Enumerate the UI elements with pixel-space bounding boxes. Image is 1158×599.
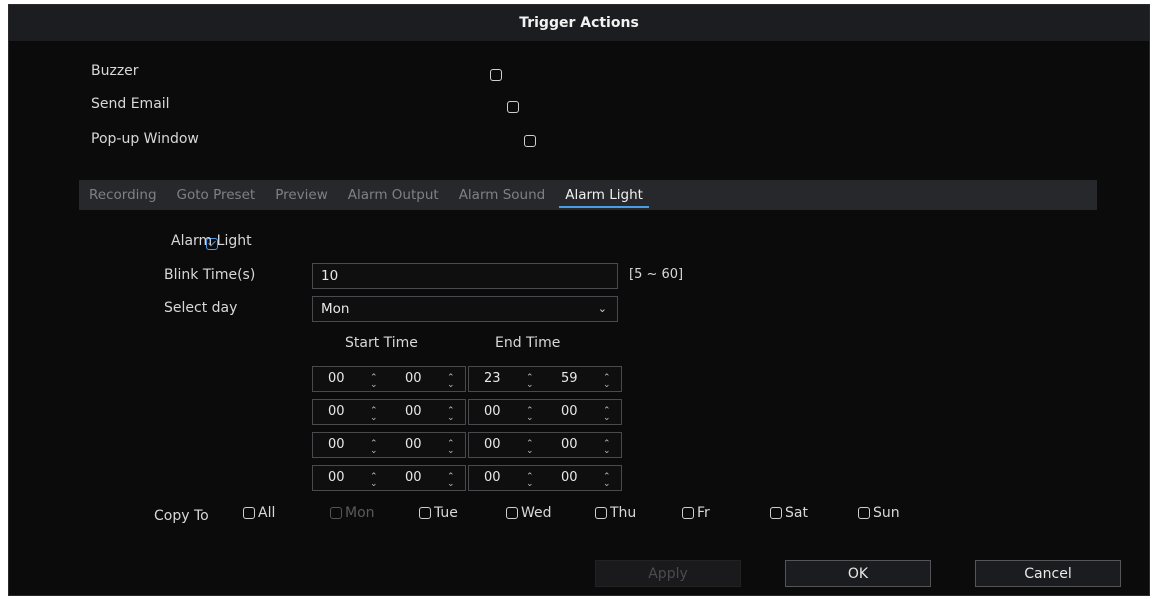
spinner-updown-icon[interactable]: ⌃ ⌄ [526, 438, 534, 462]
copy-to-wed[interactable]: Wed [506, 505, 552, 521]
spinner-updown-icon[interactable]: ⌃ ⌄ [447, 471, 455, 495]
start-hour-value[interactable]: 00 [328, 400, 345, 424]
copy-to-label: Copy To [154, 508, 209, 524]
copy-to-day-label: Tue [434, 505, 458, 521]
blink-time-range: [5 ~ 60] [629, 267, 684, 282]
end-time-box[interactable]: 00 ⌃ ⌄ 00 ⌃ ⌄ [468, 399, 622, 425]
end-hour-value[interactable]: 23 [484, 367, 501, 391]
buzzer-checkbox[interactable] [490, 69, 502, 81]
start-minute-value[interactable]: 00 [405, 400, 422, 424]
spinner-updown-icon[interactable]: ⌃ ⌄ [603, 372, 611, 396]
checkbox-icon[interactable] [682, 507, 694, 519]
end-time-box[interactable]: 00 ⌃ ⌄ 00 ⌃ ⌄ [468, 465, 622, 491]
end-time-box[interactable]: 23 ⌃ ⌄ 59 ⌃ ⌄ [468, 366, 622, 392]
copy-to-mon: Mon [330, 505, 375, 521]
checkbox-icon[interactable] [243, 507, 255, 519]
copy-to-thu[interactable]: Thu [595, 505, 636, 521]
end-time-box[interactable]: 00 ⌃ ⌄ 00 ⌃ ⌄ [468, 432, 622, 458]
popup-window-label: Pop-up Window [91, 131, 199, 147]
cancel-button[interactable]: Cancel [975, 560, 1121, 587]
spinner-updown-icon[interactable]: ⌃ ⌄ [370, 405, 378, 429]
copy-to-day-label: All [258, 505, 276, 521]
checkbox-icon [330, 507, 342, 519]
spinner-updown-icon[interactable]: ⌃ ⌄ [447, 405, 455, 429]
start-minute-value[interactable]: 00 [405, 433, 422, 457]
spinner-updown-icon[interactable]: ⌃ ⌄ [603, 405, 611, 429]
tab-goto-preset[interactable]: Goto Preset [167, 180, 266, 210]
end-minute-value[interactable]: 00 [561, 466, 578, 490]
copy-to-all[interactable]: All [243, 505, 275, 521]
dialog-title: Trigger Actions [9, 5, 1149, 41]
copy-to-day-label: Thu [610, 505, 637, 521]
checkbox-icon[interactable] [858, 507, 870, 519]
select-day-label: Select day [164, 300, 238, 316]
spinner-updown-icon[interactable]: ⌃ ⌄ [370, 438, 378, 462]
checkbox-icon[interactable] [419, 507, 431, 519]
end-minute-value[interactable]: 59 [561, 367, 578, 391]
start-time-box[interactable]: 00 ⌃ ⌄ 00 ⌃ ⌄ [312, 465, 466, 491]
start-minute-value[interactable]: 00 [405, 466, 422, 490]
tab-recording[interactable]: Recording [79, 180, 167, 210]
tab-alarm-sound[interactable]: Alarm Sound [449, 180, 556, 210]
spinner-updown-icon[interactable]: ⌃ ⌄ [603, 438, 611, 462]
trigger-actions-dialog: Trigger Actions Buzzer Send Email Pop-up… [8, 4, 1150, 596]
start-time-box[interactable]: 00 ⌃ ⌄ 00 ⌃ ⌄ [312, 432, 466, 458]
copy-to-fr[interactable]: Fr [682, 505, 710, 521]
spinner-updown-icon[interactable]: ⌃ ⌄ [526, 372, 534, 396]
spinner-updown-icon[interactable]: ⌃ ⌄ [526, 405, 534, 429]
spinner-updown-icon[interactable]: ⌃ ⌄ [370, 372, 378, 396]
tab-alarm-output[interactable]: Alarm Output [338, 180, 449, 210]
spinner-updown-icon[interactable]: ⌃ ⌄ [447, 438, 455, 462]
select-day-dropdown[interactable]: Mon ⌄ [312, 296, 618, 322]
start-minute-value[interactable]: 00 [405, 367, 422, 391]
copy-to-day-label: Fr [697, 505, 710, 521]
tab-preview[interactable]: Preview [265, 180, 338, 210]
alarm-light-label: Alarm Light [171, 233, 252, 249]
copy-to-day-label: Sat [785, 505, 808, 521]
end-time-header: End Time [495, 335, 561, 351]
buzzer-label: Buzzer [91, 63, 139, 79]
apply-button[interactable]: Apply [595, 560, 741, 587]
tab-alarm-light[interactable]: Alarm Light [555, 180, 653, 210]
checkbox-icon[interactable] [506, 507, 518, 519]
action-tabs: Recording Goto Preset Preview Alarm Outp… [79, 180, 1097, 210]
end-minute-value[interactable]: 00 [561, 400, 578, 424]
spinner-updown-icon[interactable]: ⌃ ⌄ [603, 471, 611, 495]
copy-to-sat[interactable]: Sat [770, 505, 808, 521]
start-time-header: Start Time [345, 335, 418, 351]
chevron-down-icon: ⌄ [597, 302, 607, 315]
checkbox-icon[interactable] [595, 507, 607, 519]
start-time-box[interactable]: 00 ⌃ ⌄ 00 ⌃ ⌄ [312, 366, 466, 392]
send-email-checkbox[interactable] [507, 101, 520, 113]
start-hour-value[interactable]: 00 [328, 367, 345, 391]
copy-to-sun[interactable]: Sun [858, 505, 900, 521]
select-day-value: Mon [321, 301, 350, 317]
start-hour-value[interactable]: 00 [328, 433, 345, 457]
end-minute-value[interactable]: 00 [561, 433, 578, 457]
copy-to-day-label: Sun [873, 505, 900, 521]
blink-time-input[interactable]: 10 [312, 263, 618, 289]
checkbox-icon[interactable] [770, 507, 782, 519]
spinner-updown-icon[interactable]: ⌃ ⌄ [526, 471, 534, 495]
start-time-box[interactable]: 00 ⌃ ⌄ 00 ⌃ ⌄ [312, 399, 466, 425]
spinner-updown-icon[interactable]: ⌃ ⌄ [447, 372, 455, 396]
send-email-label: Send Email [91, 96, 170, 112]
end-hour-value[interactable]: 00 [484, 400, 501, 424]
start-hour-value[interactable]: 00 [328, 466, 345, 490]
copy-to-day-label: Mon [345, 505, 375, 521]
popup-window-checkbox[interactable] [524, 135, 537, 147]
end-hour-value[interactable]: 00 [484, 466, 501, 490]
blink-time-label: Blink Time(s) [164, 267, 256, 283]
ok-button[interactable]: OK [785, 560, 931, 587]
copy-to-tue[interactable]: Tue [419, 505, 458, 521]
spinner-updown-icon[interactable]: ⌃ ⌄ [370, 471, 378, 495]
end-hour-value[interactable]: 00 [484, 433, 501, 457]
copy-to-day-label: Wed [521, 505, 552, 521]
